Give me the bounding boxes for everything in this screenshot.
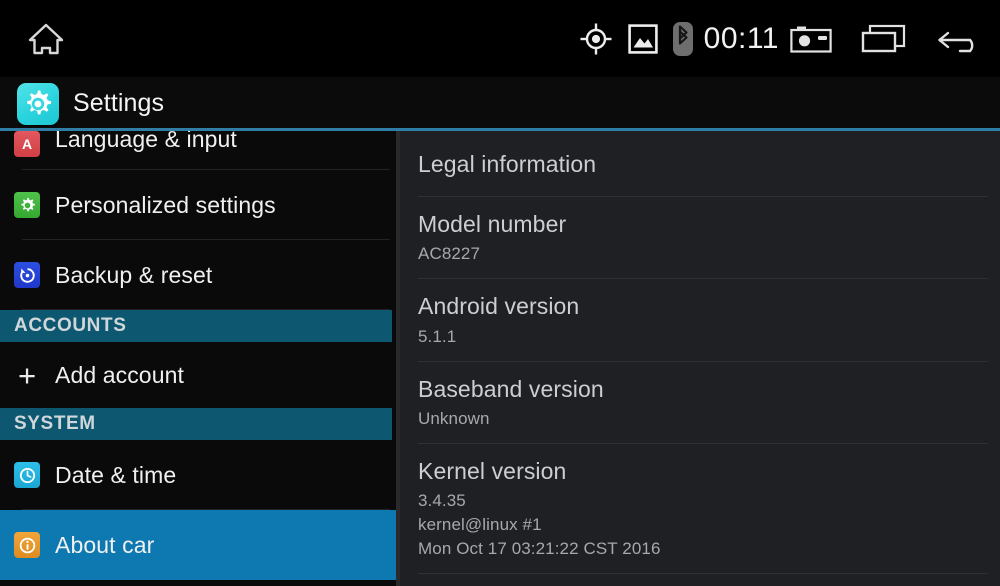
sidebar-item-language-input[interactable]: A Language & input [0, 131, 396, 170]
info-icon [14, 532, 40, 558]
detail-title: Baseband version [418, 375, 604, 402]
content-area: A Language & input Personalized settings [0, 131, 1000, 586]
detail-value: AC8227 [418, 244, 481, 264]
section-header-accounts: ACCOUNTS [0, 310, 392, 342]
screenshot-camera-icon[interactable] [790, 24, 832, 54]
section-header-label: SYSTEM [14, 413, 96, 434]
bluetooth-icon [672, 21, 693, 56]
detail-title: Kernel version [418, 457, 567, 484]
detail-row-legal-information[interactable]: Legal information [400, 131, 1000, 198]
personalized-settings-icon [14, 192, 40, 218]
about-car-details[interactable]: Legal information Model number AC8227 An… [400, 131, 1000, 586]
detail-row-android-version[interactable]: Android version 5.1.1 [400, 279, 1000, 362]
sidebar-item-label: Personalized settings [55, 191, 276, 218]
detail-title: Android version [418, 293, 580, 320]
detail-title: Legal information [418, 151, 597, 177]
detail-row-mcu-version[interactable]: MCU version [400, 574, 1000, 586]
sidebar-item-personalized-settings[interactable]: Personalized settings [0, 170, 396, 240]
language-input-icon: A [14, 131, 40, 157]
detail-row-baseband-version[interactable]: Baseband version Unknown [400, 362, 1000, 444]
home-icon[interactable] [23, 16, 69, 62]
sidebar-item-label: Add account [55, 361, 184, 388]
settings-gear-icon [17, 82, 59, 125]
sidebar-item-date-time[interactable]: Date & time [0, 440, 396, 510]
section-header-label: ACCOUNTS [14, 315, 127, 336]
sidebar-item-backup-reset[interactable]: Backup & reset [0, 240, 396, 310]
gps-location-icon [579, 22, 613, 56]
clock-icon [14, 462, 40, 488]
page-title: Settings [73, 89, 165, 117]
row-divider [22, 309, 390, 310]
sidebar-item-label: Backup & reset [55, 261, 213, 288]
detail-value: Unknown [418, 408, 490, 428]
status-bar-clock: 00:11 [703, 21, 779, 55]
app-header: Settings [0, 77, 1000, 130]
sidebar-item-label: About car [55, 531, 155, 558]
status-bar-icons: 00:11 [579, 0, 1000, 77]
sidebar-item-label: Language & input [55, 131, 237, 152]
detail-value: 3.4.35 kernel@linux #1 Mon Oct 17 03:21:… [418, 491, 661, 559]
detail-row-kernel-version[interactable]: Kernel version 3.4.35 kernel@linux #1 Mo… [400, 444, 1000, 575]
status-bar: 00:11 [0, 0, 1000, 77]
sidebar-item-add-account[interactable]: + Add account [0, 342, 396, 408]
settings-sidebar[interactable]: A Language & input Personalized settings [0, 131, 396, 586]
svg-text:A: A [22, 136, 32, 152]
section-header-system: SYSTEM [0, 408, 392, 440]
detail-row-model-number[interactable]: Model number AC8227 [400, 197, 1000, 280]
sidebar-item-label: Date & time [55, 461, 177, 488]
image-gallery-icon [627, 23, 659, 55]
backup-reset-icon [14, 262, 40, 288]
detail-value: 5.1.1 [418, 326, 457, 346]
plus-icon: + [17, 357, 37, 393]
back-arrow-icon[interactable] [936, 23, 984, 55]
sidebar-item-about-car[interactable]: About car [0, 510, 396, 580]
detail-title: Model number [418, 211, 567, 238]
recent-apps-icon[interactable] [860, 23, 908, 55]
